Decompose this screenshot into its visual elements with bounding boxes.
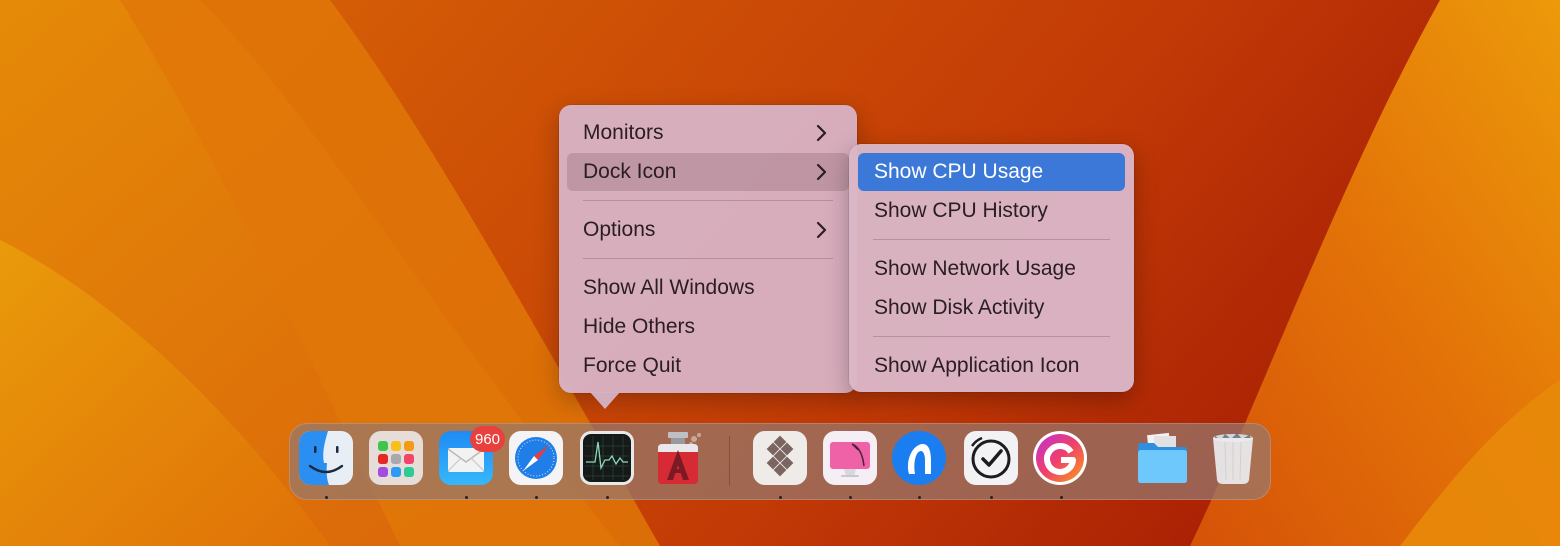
appcleaner-icon — [658, 432, 701, 484]
dock-app-appcleaner[interactable] — [650, 430, 706, 486]
menu-item-force-quit[interactable]: Force Quit — [567, 347, 849, 385]
menu-item-label: Hide Others — [583, 315, 696, 338]
dock-trash[interactable] — [1205, 430, 1261, 486]
submenu-item-show-cpu-usage[interactable]: Show CPU Usage — [858, 153, 1125, 191]
dock-app-setapp[interactable] — [752, 430, 808, 486]
submenu-item-label: Show Application Icon — [874, 354, 1080, 377]
menu-item-label: Dock Icon — [583, 160, 677, 183]
submenu-item-show-network-usage[interactable]: Show Network Usage — [858, 250, 1125, 288]
dock-app-activity-monitor[interactable] — [579, 430, 635, 486]
dock-app-cleanmymac[interactable] — [822, 430, 878, 486]
running-indicator — [849, 496, 852, 499]
chevron-right-icon — [816, 221, 827, 239]
dock-app-anytrans[interactable] — [891, 430, 947, 486]
submenu-item-show-cpu-history[interactable]: Show CPU History — [858, 192, 1125, 230]
submenu-item-show-disk-activity[interactable]: Show Disk Activity — [858, 289, 1125, 327]
submenu-item-label: Show Disk Activity — [874, 296, 1045, 319]
chevron-right-icon — [816, 124, 827, 142]
folder-icon — [1138, 432, 1187, 483]
submenu-separator — [873, 336, 1110, 337]
submenu-separator — [873, 239, 1110, 240]
dock-app-grammarly[interactable] — [1032, 430, 1088, 486]
menu-pointer — [590, 392, 620, 409]
dock-app-launchpad[interactable] — [368, 430, 424, 486]
launchpad-icon — [369, 431, 423, 485]
activity-monitor-icon — [580, 431, 634, 485]
dock-icon-submenu: Show CPU Usage Show CPU History Show Net… — [849, 144, 1134, 392]
menu-item-show-all-windows[interactable]: Show All Windows — [567, 269, 849, 307]
menu-separator — [583, 258, 833, 259]
mail-unread-badge: 960 — [470, 426, 506, 452]
running-indicator — [606, 496, 609, 499]
setapp-icon — [753, 431, 807, 485]
menu-item-hide-others[interactable]: Hide Others — [567, 308, 849, 346]
running-indicator — [535, 496, 538, 499]
finder-icon — [299, 431, 353, 485]
clock-check-icon — [964, 431, 1018, 485]
cleanmymac-icon — [823, 431, 877, 485]
menu-item-label: Options — [583, 218, 656, 241]
running-indicator — [918, 496, 921, 499]
dock-context-menu: Monitors Dock Icon Options Show All Wind… — [559, 105, 857, 393]
dock-divider — [729, 436, 730, 486]
menu-item-options[interactable]: Options — [567, 211, 849, 249]
submenu-item-show-application-icon[interactable]: Show Application Icon — [858, 347, 1125, 385]
submenu-item-label: Show CPU History — [874, 199, 1048, 222]
safari-icon — [509, 431, 563, 485]
grammarly-icon — [1033, 431, 1087, 485]
running-indicator — [990, 496, 993, 499]
dock-app-safari[interactable] — [508, 430, 564, 486]
dock-app-timing[interactable] — [963, 430, 1019, 486]
menu-item-label: Monitors — [583, 121, 664, 144]
dock-folder-downloads[interactable] — [1134, 430, 1190, 486]
menu-item-label: Force Quit — [583, 354, 682, 377]
trash-icon — [1213, 433, 1253, 484]
menu-item-monitors[interactable]: Monitors — [567, 114, 849, 152]
running-indicator — [779, 496, 782, 499]
dock-app-finder[interactable] — [298, 430, 354, 486]
menu-item-label: Show All Windows — [583, 276, 755, 299]
submenu-item-label: Show Network Usage — [874, 257, 1076, 280]
running-indicator — [465, 496, 468, 499]
running-indicator — [325, 496, 328, 499]
anytrans-icon — [892, 431, 946, 485]
menu-separator — [583, 200, 833, 201]
chevron-right-icon — [816, 163, 827, 181]
submenu-item-label: Show CPU Usage — [874, 160, 1044, 183]
running-indicator — [1060, 496, 1063, 499]
menu-item-dock-icon[interactable]: Dock Icon — [567, 153, 849, 191]
